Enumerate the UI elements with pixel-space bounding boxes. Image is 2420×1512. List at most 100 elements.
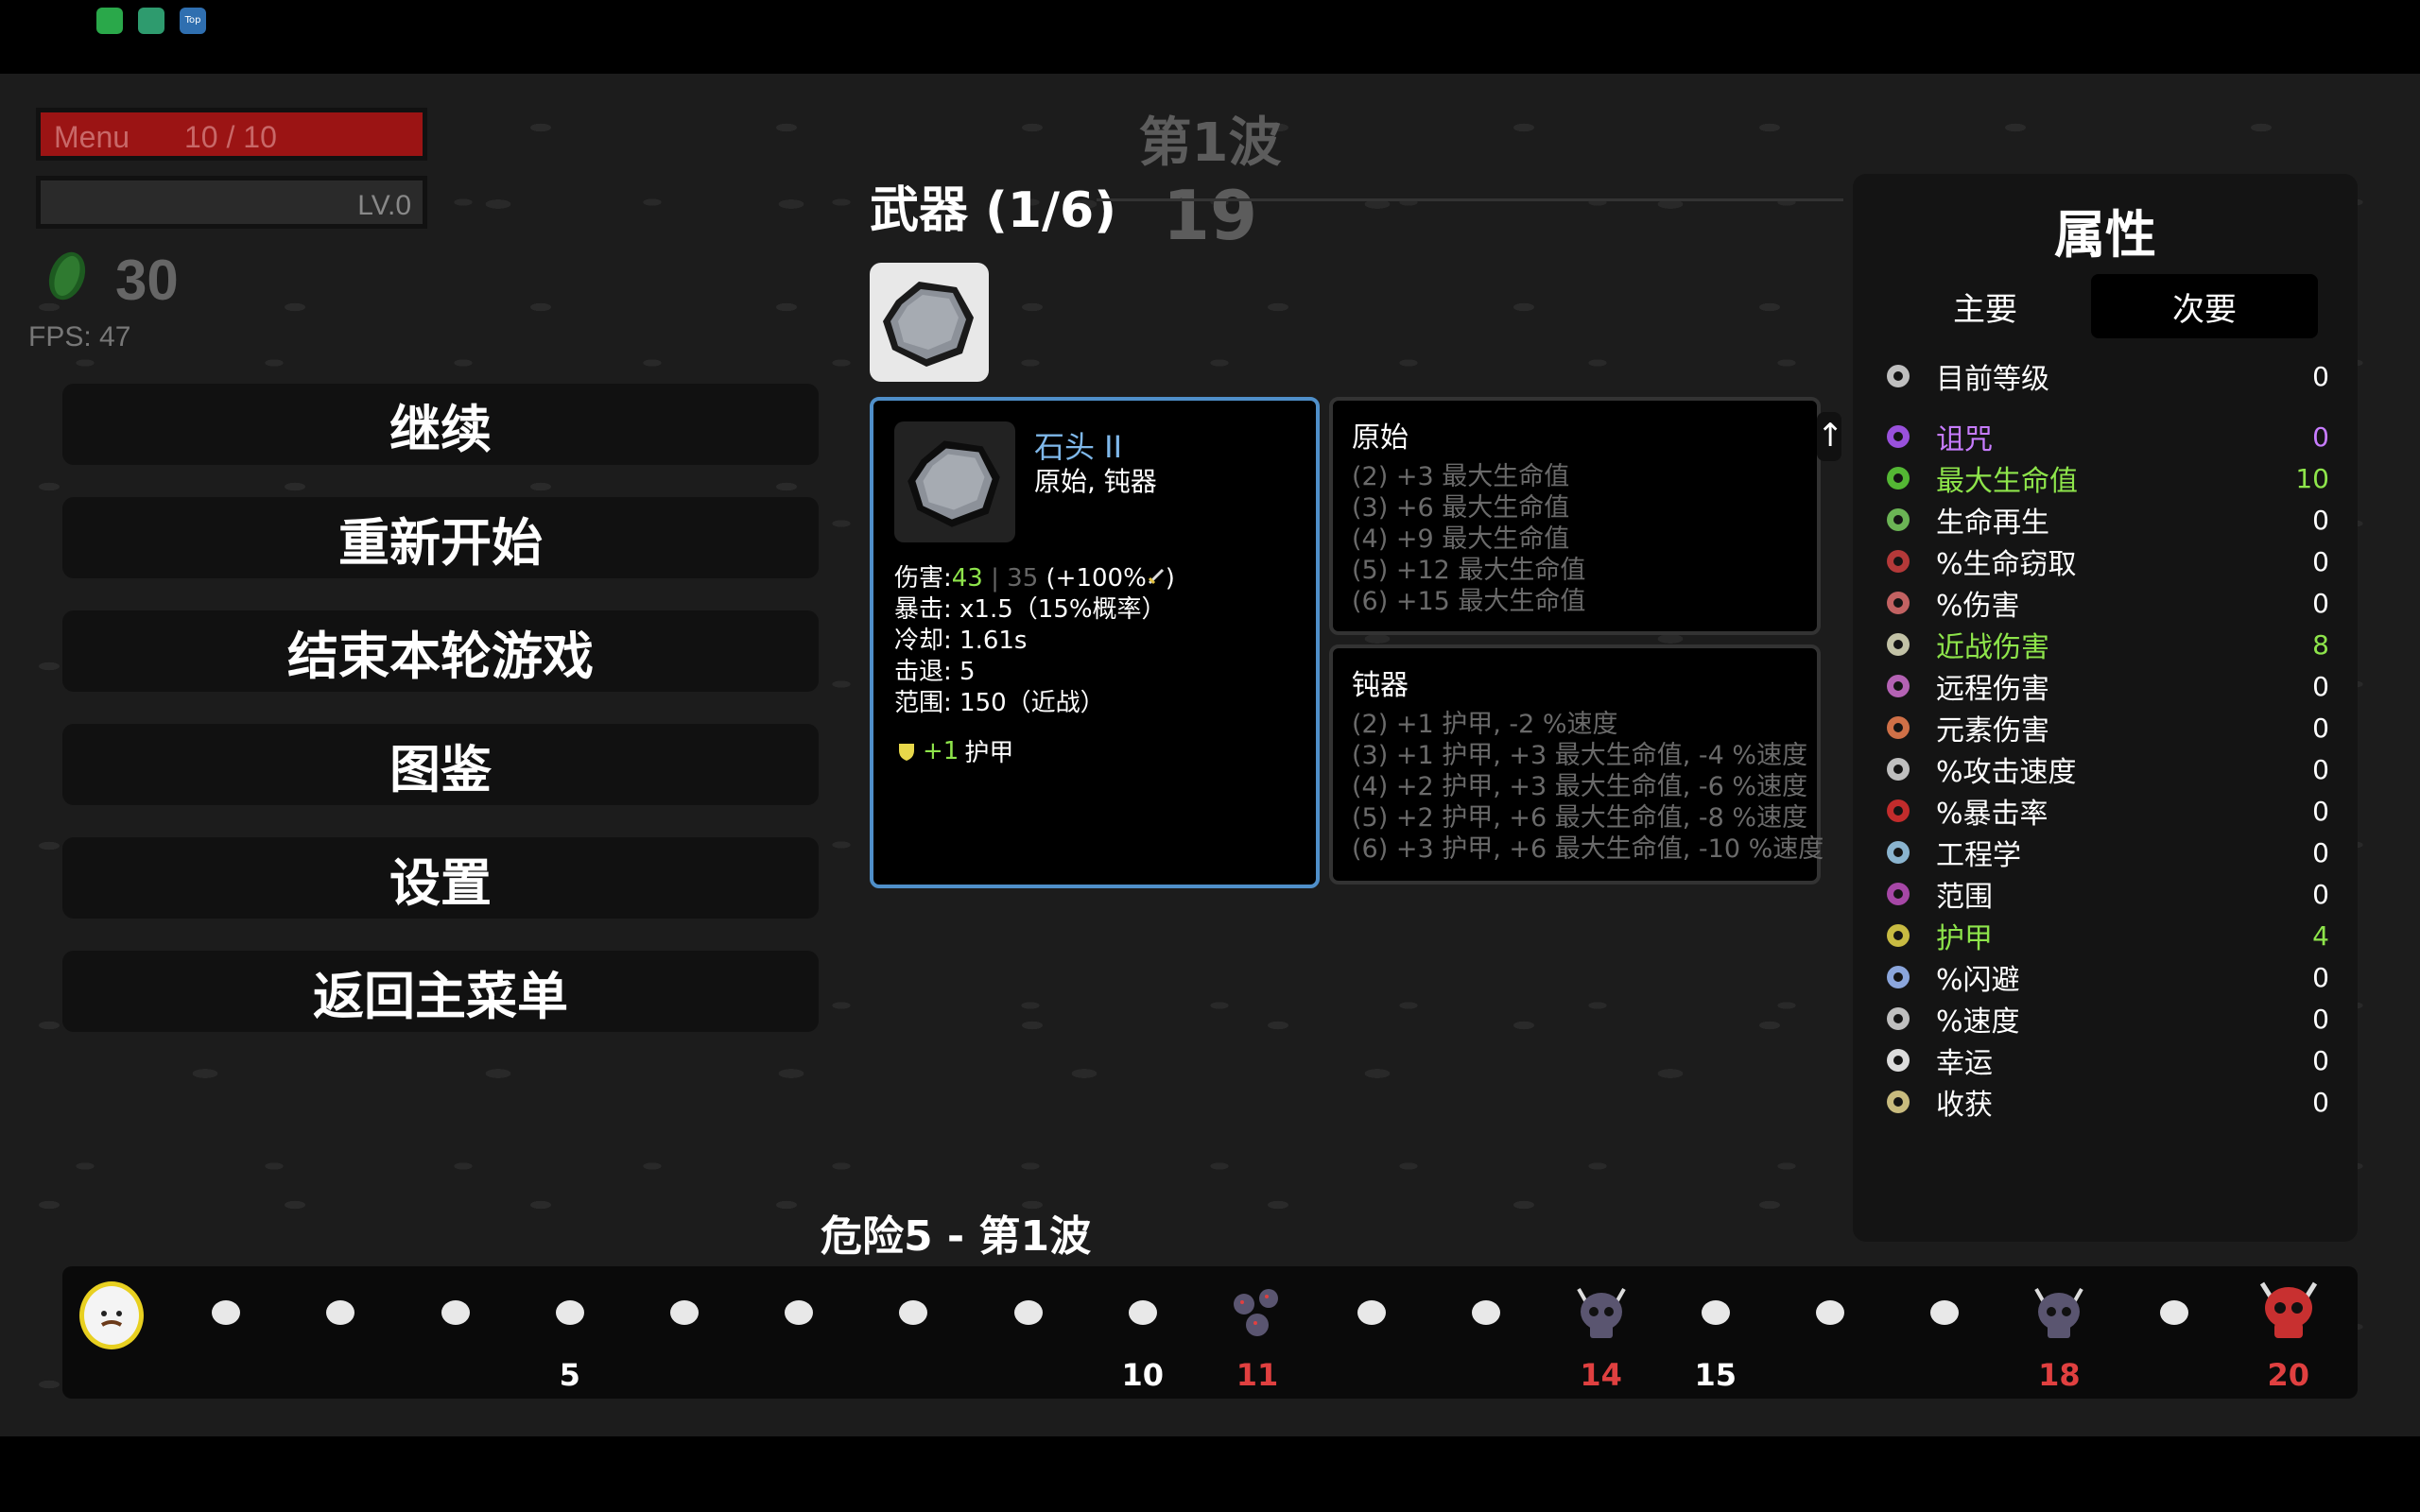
item-tags: 原始, 钝器: [1034, 466, 1157, 497]
main-menu-button[interactable]: 返回主菜单: [62, 951, 819, 1032]
fps-counter: FPS: 47: [28, 321, 131, 352]
crit-label: 暴击:: [894, 595, 952, 624]
stat-row[interactable]: %攻击速度 0: [1881, 750, 2329, 789]
armor-shield-icon: [1881, 919, 1915, 953]
stat-label: 元素伤害: [1936, 714, 2049, 747]
wave-number-label: 18: [2038, 1357, 2081, 1393]
speed-boot-icon: [1881, 1002, 1915, 1036]
stat-row[interactable]: %伤害 0: [1881, 584, 2329, 623]
elemental-flame-icon: [1881, 711, 1915, 745]
wave-dot: [1930, 1300, 1960, 1325]
stats-title: 属性: [2054, 205, 2156, 265]
end-run-button[interactable]: 结束本轮游戏: [62, 610, 819, 692]
continue-button[interactable]: 继续: [62, 384, 819, 465]
stat-value: 0: [2312, 753, 2329, 785]
stat-label: %暴击率: [1936, 798, 2048, 831]
stat-value: 8: [2312, 628, 2329, 661]
stat-value: 0: [2312, 421, 2329, 453]
curse-eye-icon: [1881, 420, 1915, 454]
experience-bar: LV.0: [36, 176, 427, 229]
stat-value: 0: [2312, 360, 2329, 392]
stat-label: %闪避: [1936, 964, 2020, 997]
stat-label: 范围: [1936, 881, 1993, 914]
stat-row[interactable]: 近战伤害 8: [1881, 626, 2329, 664]
settings-button[interactable]: 设置: [62, 837, 819, 919]
restart-button[interactable]: 重新开始: [62, 497, 819, 578]
tab-primary[interactable]: 主要: [1872, 274, 2099, 338]
wave-timeline: 5 10 11 14 15 18 20: [62, 1266, 2358, 1399]
knockback-row: 击退: 5: [894, 657, 1175, 688]
menu-label: Menu: [54, 120, 130, 154]
tab-secondary[interactable]: 次要: [2091, 274, 2318, 338]
wave-dot: [2159, 1300, 2188, 1325]
melee-sword-icon: [1148, 568, 1164, 585]
stat-row[interactable]: %暴击率 0: [1881, 792, 2329, 831]
set-bonus-line: (5) +12 最大生命值: [1352, 556, 1586, 585]
set-bonus-line: (5) +2 护甲, +6 最大生命值, -8 %速度: [1352, 803, 1808, 833]
set-bonus-line: (4) +9 最大生命值: [1352, 524, 1570, 554]
stat-row[interactable]: 幸运 0: [1881, 1041, 2329, 1080]
stat-label: 远程伤害: [1936, 673, 2049, 706]
stat-row[interactable]: 生命再生 0: [1881, 501, 2329, 540]
wave-number-label: 10: [1121, 1357, 1165, 1393]
stat-row[interactable]: %闪避 0: [1881, 958, 2329, 997]
weapons-header: 武器 (1/6): [870, 182, 1116, 239]
elite-horde-icon: [1223, 1280, 1291, 1351]
regen-icon: [1881, 503, 1915, 537]
stat-row[interactable]: 远程伤害 0: [1881, 667, 2329, 706]
set-bonus-blunt: 钝器 (2) +1 护甲, -2 %速度 (3) +1 护甲, +3 最大生命值…: [1329, 644, 1824, 885]
stat-row[interactable]: 元素伤害 0: [1881, 709, 2329, 747]
stat-label: 诅咒: [1936, 423, 1993, 456]
armor-bonus-line: +1 护甲: [896, 733, 1013, 768]
stat-row[interactable]: 诅咒 0: [1881, 418, 2329, 456]
wave-dot: [555, 1300, 584, 1325]
wave-dot: [1701, 1300, 1730, 1325]
stat-row[interactable]: 范围 0: [1881, 875, 2329, 914]
dodge-icon: [1881, 960, 1915, 994]
stat-row[interactable]: 收获 0: [1881, 1083, 2329, 1122]
crit-icon: [1881, 794, 1915, 828]
item-icon-frame: [894, 421, 1015, 542]
stat-value: 0: [2312, 670, 2329, 702]
wave-timer: 19: [1162, 176, 1258, 255]
stat-row[interactable]: %速度 0: [1881, 1000, 2329, 1039]
encyclopedia-button[interactable]: 图鉴: [62, 724, 819, 805]
wechat-icon[interactable]: [96, 8, 123, 34]
set-bonus-line: (3) +6 最大生命值: [1352, 493, 1570, 523]
stat-value: 0: [2312, 795, 2329, 827]
armor-shield-icon: [899, 743, 914, 761]
elite-skull-icon: [2025, 1280, 2093, 1351]
stat-row[interactable]: 目前等级 0: [1881, 357, 2329, 396]
stat-label: 工程学: [1936, 839, 2021, 872]
engineering-icon: [1881, 835, 1915, 869]
top-app-icon[interactable]: Top: [180, 8, 206, 34]
stat-value: 0: [2312, 1086, 2329, 1118]
tray-app-icon[interactable]: [138, 8, 164, 34]
stat-row[interactable]: 工程学 0: [1881, 833, 2329, 872]
stat-label: 生命再生: [1936, 507, 2049, 540]
health-value: 10 / 10: [184, 120, 277, 154]
cooldown-row: 冷却: 1.61s: [894, 626, 1175, 657]
danger-wave-label: 危险5 - 第1波: [821, 1212, 1092, 1261]
range-value: 150（近战）: [959, 689, 1105, 717]
wave-number-label: 5: [559, 1357, 580, 1393]
damage-scaling-end: ): [1165, 564, 1175, 593]
stat-row[interactable]: 护甲 4: [1881, 917, 2329, 955]
weapon-slot[interactable]: [870, 263, 989, 382]
stat-value: 0: [2312, 1044, 2329, 1076]
armor-bonus-label: 护甲: [964, 739, 1014, 767]
wave-dot: [670, 1300, 699, 1325]
material-icon: [48, 251, 86, 301]
wave-dot: [326, 1300, 355, 1325]
stat-row[interactable]: %生命窃取 0: [1881, 542, 2329, 581]
stat-label: 收获: [1936, 1089, 1993, 1122]
set-bonus-line: (2) +1 护甲, -2 %速度: [1352, 710, 1618, 739]
stat-label: 目前等级: [1936, 363, 2049, 396]
wave-number-label: 20: [2267, 1357, 2310, 1393]
damage-icon: [1881, 586, 1915, 620]
system-tray-bar: Top: [0, 0, 2420, 74]
stat-value: 0: [2312, 961, 2329, 993]
level-label: LV.0: [357, 190, 411, 221]
stat-row[interactable]: 最大生命值 10: [1881, 459, 2329, 498]
damage-base: 35: [1007, 564, 1039, 593]
